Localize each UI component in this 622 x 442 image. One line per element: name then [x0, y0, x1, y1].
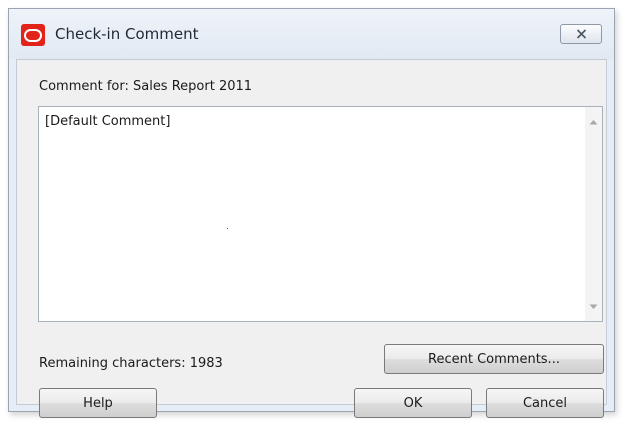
scroll-up-arrow-icon[interactable] — [585, 113, 602, 130]
help-button[interactable]: Help — [39, 388, 157, 418]
comment-textarea[interactable]: [Default Comment] — [38, 106, 603, 322]
checkin-comment-dialog: Check-in Comment Comment for: Sales Repo… — [8, 8, 615, 418]
comment-for-label: Comment for: Sales Report 2011 — [39, 79, 253, 94]
dialog-body: Comment for: Sales Report 2011 [Default … — [16, 59, 607, 418]
scroll-down-arrow-icon[interactable] — [585, 298, 602, 315]
close-button[interactable] — [560, 24, 602, 44]
comment-text[interactable]: [Default Comment] — [45, 114, 170, 130]
oracle-logo-icon — [21, 24, 45, 46]
remaining-characters-label: Remaining characters: 1983 — [39, 356, 223, 371]
text-cursor-mark — [227, 228, 228, 229]
window-title: Check-in Comment — [55, 25, 199, 43]
cancel-button[interactable]: Cancel — [486, 388, 604, 418]
close-icon — [576, 29, 587, 39]
title-bar[interactable]: Check-in Comment — [9, 9, 614, 59]
vertical-scrollbar[interactable] — [585, 107, 602, 321]
recent-comments-button[interactable]: Recent Comments... — [384, 344, 604, 374]
ok-button[interactable]: OK — [354, 388, 472, 418]
